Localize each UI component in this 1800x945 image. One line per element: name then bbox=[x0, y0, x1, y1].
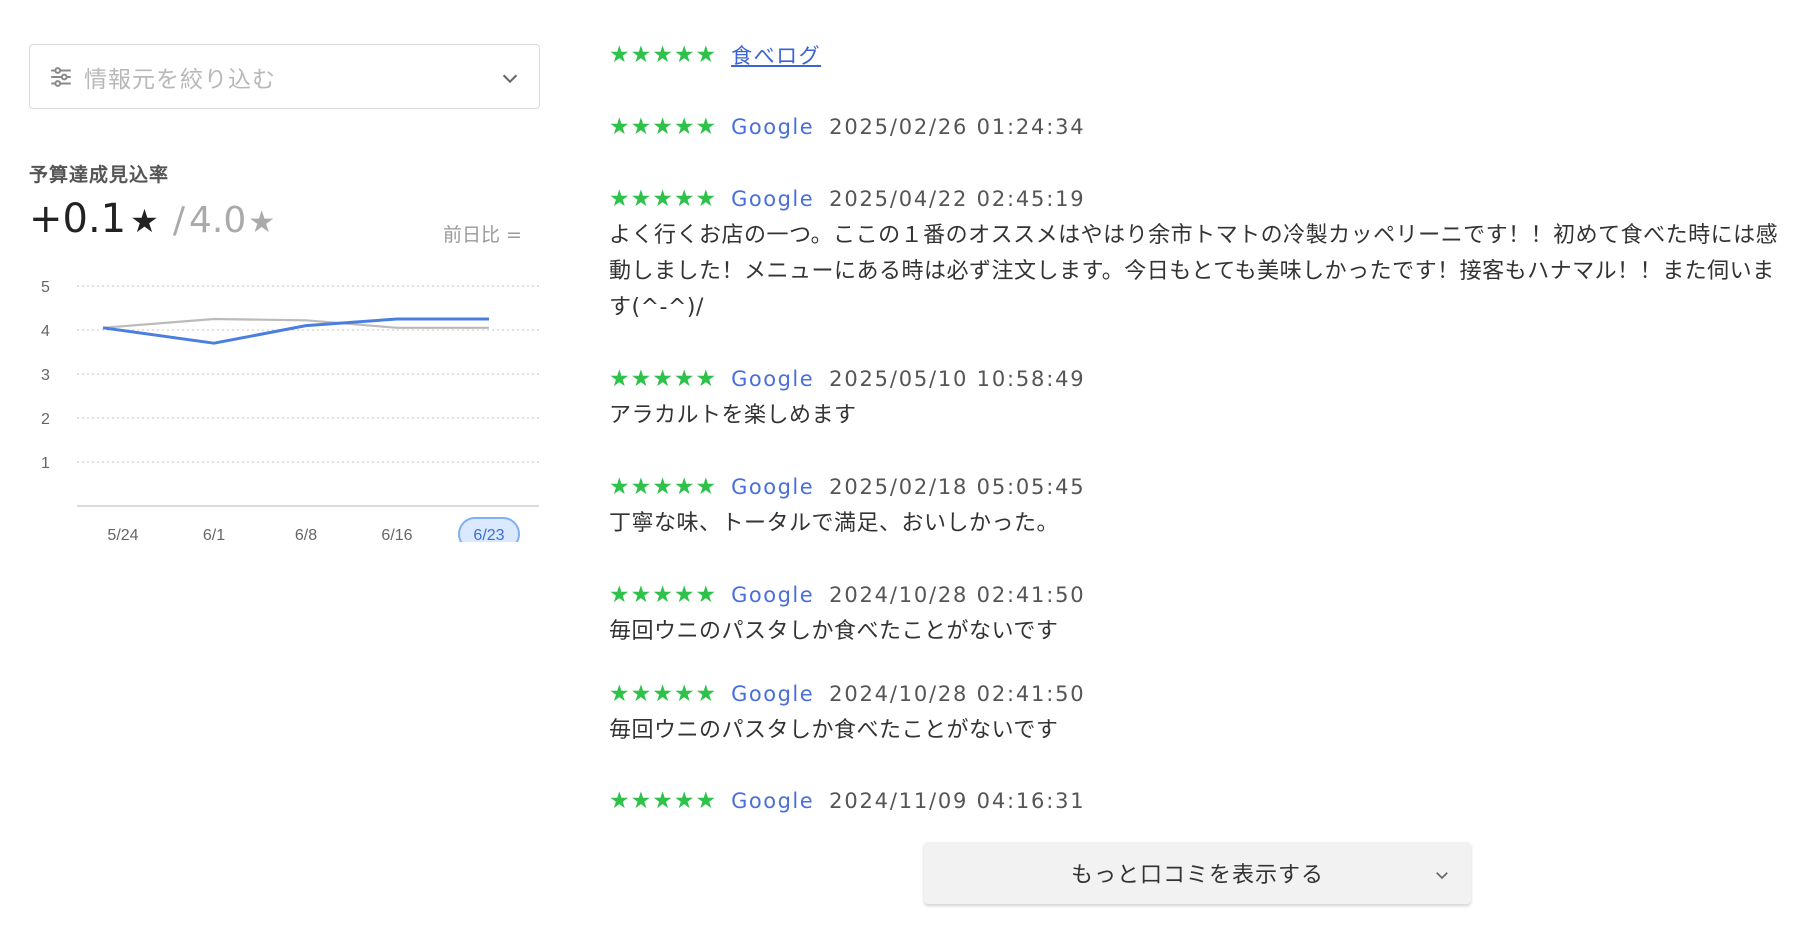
rating-stars: ★★★★★ bbox=[609, 681, 718, 707]
review-text: アラカルトを楽しめます bbox=[609, 403, 857, 428]
review-item: ★★★★★ Google 2025/05/10 10:58:49 アラカルトを楽しめま… bbox=[609, 362, 1789, 434]
review-source: Google bbox=[731, 789, 815, 813]
review-text: よく行くお店の一つ。ここの１番のオススメはやはり余市トマトの冷製カッペリーニです… bbox=[609, 223, 1779, 320]
star-icon: ★ bbox=[130, 202, 159, 240]
rating-stars: ★★★★★ bbox=[609, 114, 718, 140]
y-tick-label: 1 bbox=[41, 455, 50, 472]
review-item: ★★★★★ Google 2025/04/22 02:45:19 よく行くお店の一つ。… bbox=[609, 182, 1789, 326]
chevron-down-icon bbox=[502, 74, 518, 84]
review-text: 毎回ウニのパスタしか食べたことがないです bbox=[609, 718, 1059, 743]
chevron-down-icon bbox=[1436, 872, 1448, 880]
review-date: 2025/02/26 01:24:34 bbox=[829, 115, 1086, 139]
metric-separator: / bbox=[172, 200, 185, 241]
review-item: ★★★★★ Google 2024/11/09 04:16:31 bbox=[609, 784, 1789, 818]
review-header: ★★★★★ Google 2024/10/28 02:41:50 bbox=[609, 677, 1789, 711]
review-header: ★★★★★ Google 2025/02/18 05:05:45 bbox=[609, 470, 1789, 504]
star-icon: ★ bbox=[248, 205, 276, 240]
review-source-link[interactable]: 食べログ bbox=[731, 40, 821, 70]
review-date: 2025/02/18 05:05:45 bbox=[829, 475, 1086, 499]
rating-stars: ★★★★★ bbox=[609, 582, 718, 608]
review-source: Google bbox=[731, 583, 815, 607]
review-item: ★★★★★ Google 2025/02/26 01:24:34 bbox=[609, 110, 1789, 144]
x-tick-label: 6/23 bbox=[473, 527, 504, 542]
rating-stars: ★★★★★ bbox=[609, 788, 718, 814]
rating-stars: ★★★★★ bbox=[609, 474, 718, 500]
compare-label: 前日比 = bbox=[443, 224, 522, 246]
review-date: 2025/05/10 10:58:49 bbox=[829, 367, 1086, 391]
x-tick-label: 6/1 bbox=[203, 527, 225, 542]
metric-value: +0.1 bbox=[29, 196, 127, 242]
review-date: 2024/11/09 04:16:31 bbox=[829, 789, 1086, 813]
review-header: ★★★★★ Google 2024/11/09 04:16:31 bbox=[609, 784, 1789, 818]
review-text: 毎回ウニのパスタしか食べたことがないです bbox=[609, 619, 1059, 644]
x-tick-label: 6/16 bbox=[381, 527, 412, 542]
review-header: ★★★★★ 食べログ bbox=[609, 38, 1789, 72]
x-tick-label: 6/8 bbox=[295, 527, 317, 542]
show-more-label: もっと口コミを表示する bbox=[1070, 863, 1324, 888]
review-header: ★★★★★ Google 2025/02/26 01:24:34 bbox=[609, 110, 1789, 144]
y-tick-label: 3 bbox=[41, 367, 50, 384]
review-source: Google bbox=[731, 367, 815, 391]
rating-stars: ★★★★★ bbox=[609, 42, 718, 68]
review-header: ★★★★★ Google 2025/04/22 02:45:19 bbox=[609, 182, 1789, 216]
review-date: 2025/04/22 02:45:19 bbox=[829, 187, 1086, 211]
filter-placeholder: 情報元を絞り込む bbox=[84, 66, 276, 93]
rating-stars: ★★★★★ bbox=[609, 186, 718, 212]
review-source: Google bbox=[731, 115, 815, 139]
metric-total: 4.0 bbox=[188, 200, 247, 241]
metric-title: 予算達成見込率 bbox=[29, 164, 170, 186]
y-tick-label: 5 bbox=[41, 279, 50, 296]
review-source: Google bbox=[731, 475, 815, 499]
review-item: ★★★★★ Google 2024/10/28 02:41:50 毎回ウニのパスタしか… bbox=[609, 578, 1789, 650]
review-date: 2024/10/28 02:41:50 bbox=[829, 583, 1086, 607]
review-item: ★★★★★ 食べログ bbox=[609, 38, 1789, 72]
review-item: ★★★★★ Google 2025/02/18 05:05:45 丁寧な味、トータルで… bbox=[609, 470, 1789, 542]
metric-value-row: +0.1 ★ / 4.0 ★ bbox=[29, 196, 275, 242]
rating-trend-chart: 5 4 3 2 1 5/24 6/1 6/8 6/16 6/23 bbox=[41, 279, 539, 542]
x-tick-label: 5/24 bbox=[107, 527, 138, 542]
sliders-icon bbox=[51, 66, 71, 87]
review-item: ★★★★★ Google 2024/10/28 02:41:50 毎回ウニのパスタしか… bbox=[609, 677, 1789, 749]
review-text: 丁寧な味、トータルで満足、おいしかった。 bbox=[609, 511, 1060, 536]
source-filter-dropdown[interactable]: 情報元を絞り込む bbox=[29, 44, 540, 109]
y-tick-label: 4 bbox=[41, 323, 50, 340]
rating-stars: ★★★★★ bbox=[609, 366, 718, 392]
review-source: Google bbox=[731, 682, 815, 706]
y-tick-label: 2 bbox=[41, 411, 50, 428]
review-source: Google bbox=[731, 187, 815, 211]
review-date: 2024/10/28 02:41:50 bbox=[829, 682, 1086, 706]
show-more-reviews-button[interactable]: もっと口コミを表示する bbox=[924, 842, 1471, 904]
review-header: ★★★★★ Google 2024/10/28 02:41:50 bbox=[609, 578, 1789, 612]
review-header: ★★★★★ Google 2025/05/10 10:58:49 bbox=[609, 362, 1789, 396]
